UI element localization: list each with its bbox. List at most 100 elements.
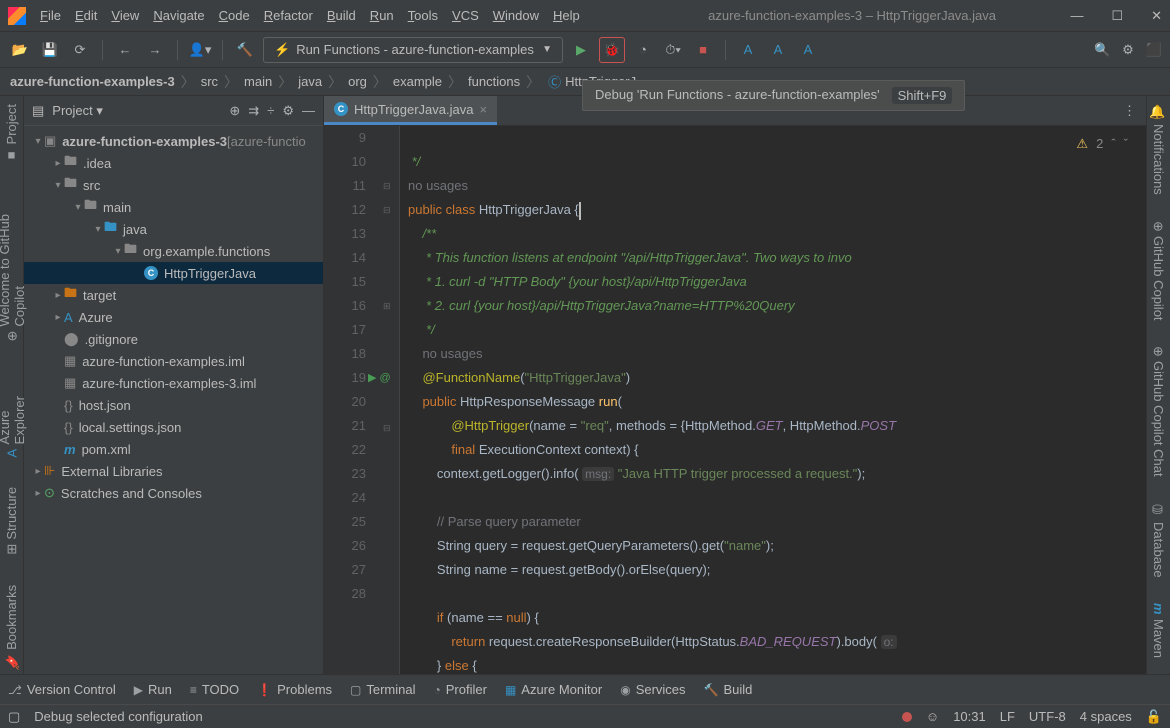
status-time[interactable]: 10:31 [953, 709, 986, 724]
settings-button[interactable]: ⚙ [1122, 42, 1134, 58]
editor-body[interactable]: 910111213141516171819202122232425262728 … [324, 126, 1146, 674]
project-tree[interactable]: ▾▣azure-function-examples-3 [azure-funct… [24, 126, 323, 674]
coverage-button[interactable]: ◔ [631, 38, 655, 62]
stripe-maven[interactable]: mMaven [1151, 599, 1166, 662]
maximize-button[interactable]: ☐ [1111, 8, 1123, 24]
stripe-copilot-chat[interactable]: ⊕GitHub Copilot Chat [1151, 342, 1166, 481]
menu-code[interactable]: Code [219, 8, 250, 23]
menu-file[interactable]: File [40, 8, 61, 23]
stripe-notifications[interactable]: 🔔Notifications [1151, 100, 1166, 199]
tab-run[interactable]: ▶Run [134, 682, 172, 697]
tree-idea[interactable]: ▸🖿.idea [24, 152, 323, 174]
tab-terminal[interactable]: ▢Terminal [350, 682, 415, 697]
project-view-dropdown[interactable]: Project ▾ [52, 103, 221, 119]
save-all-button[interactable]: 💾 [38, 38, 62, 62]
build-button[interactable]: 🔨 [233, 38, 257, 62]
azure-sign-icon[interactable]: A [796, 38, 820, 62]
code-area[interactable]: */ no usages public class HttpTriggerJav… [400, 126, 897, 674]
bc-java[interactable]: java [298, 74, 322, 89]
minimize-button[interactable]: — [1070, 8, 1083, 24]
bc-functions[interactable]: functions [468, 74, 520, 89]
process-indicator[interactable] [902, 712, 912, 722]
status-encoding[interactable]: UTF-8 [1029, 709, 1066, 724]
profiler-button[interactable]: ⏱▾ [661, 38, 685, 62]
close-button[interactable]: ✕ [1151, 8, 1162, 24]
ide-icon[interactable]: ⬛ [1146, 42, 1162, 58]
tree-external[interactable]: ▸⊪External Libraries [24, 460, 323, 482]
bc-main[interactable]: main [244, 74, 272, 89]
tree-package[interactable]: ▾🖿org.example.functions [24, 240, 323, 262]
stop-button[interactable]: ■ [691, 38, 715, 62]
open-button[interactable]: 📂 [8, 38, 32, 62]
run-gutter-icon[interactable]: ▶ @ [368, 366, 391, 390]
prev-problem[interactable]: ˆ [1111, 132, 1115, 156]
tab-todo[interactable]: ≡TODO [190, 682, 239, 697]
bc-example[interactable]: example [393, 74, 442, 89]
expand-all-icon[interactable]: ⇉ [248, 103, 259, 119]
menu-view[interactable]: View [111, 8, 139, 23]
menu-build[interactable]: Build [327, 8, 356, 23]
stripe-bookmarks[interactable]: 🔖Bookmarks [4, 581, 19, 674]
inspection-widget[interactable]: ⚠2 ˆ ˇ [1076, 132, 1128, 156]
collapse-icon[interactable]: ÷ [267, 103, 274, 118]
menu-help[interactable]: Help [553, 8, 580, 23]
menu-run[interactable]: Run [370, 8, 394, 23]
status-le[interactable]: LF [1000, 709, 1015, 724]
stripe-structure[interactable]: ⊞Structure [4, 483, 19, 559]
azure-explorer-icon[interactable]: A [766, 38, 790, 62]
tree-main[interactable]: ▾🖿main [24, 196, 323, 218]
tree-gitignore[interactable]: ⬤.gitignore [24, 328, 323, 350]
next-problem[interactable]: ˇ [1124, 132, 1128, 156]
hide-icon[interactable]: — [302, 103, 315, 118]
menu-tools[interactable]: Tools [408, 8, 438, 23]
tree-local[interactable]: {}local.settings.json [24, 416, 323, 438]
user-button[interactable]: 👤▾ [188, 38, 212, 62]
lock-icon[interactable]: 🔓 [1146, 709, 1162, 725]
stripe-copilot-welcome[interactable]: ⊕Welcome to GitHub Copilot [0, 189, 27, 346]
menu-refactor[interactable]: Refactor [264, 8, 313, 23]
tab-build[interactable]: 🔨Build [704, 682, 753, 697]
run-button[interactable]: ▶ [569, 38, 593, 62]
back-button[interactable]: ← [113, 38, 137, 62]
tree-iml2[interactable]: ▦azure-function-examples-3.iml [24, 372, 323, 394]
status-indent[interactable]: 4 spaces [1080, 709, 1132, 724]
bc-src[interactable]: src [201, 74, 218, 89]
reload-button[interactable]: ⟳ [68, 38, 92, 62]
bc-org[interactable]: org [348, 74, 367, 89]
tree-azure[interactable]: ▸AAzure [24, 306, 323, 328]
menu-navigate[interactable]: Navigate [153, 8, 204, 23]
editor-tab[interactable]: C HttpTriggerJava.java × [324, 96, 497, 125]
stripe-azure-explorer[interactable]: AAzure Explorer [0, 368, 27, 461]
stripe-copilot[interactable]: ⊕GitHub Copilot [1151, 217, 1166, 324]
stripe-project[interactable]: ■Project [4, 100, 19, 167]
locate-icon[interactable]: ⊕ [229, 103, 240, 119]
forward-button[interactable]: → [143, 38, 167, 62]
tab-version-control[interactable]: ⎇Version Control [8, 682, 116, 697]
tab-problems[interactable]: ❗Problems [257, 682, 332, 697]
tree-iml1[interactable]: ▦azure-function-examples.iml [24, 350, 323, 372]
tree-src[interactable]: ▾🖿src [24, 174, 323, 196]
quick-panel-icon[interactable]: ▢ [8, 709, 20, 725]
tree-target[interactable]: ▸🖿target [24, 284, 323, 306]
tab-services[interactable]: ◉Services [620, 682, 685, 697]
debug-button[interactable]: 🐞 [599, 37, 625, 63]
menu-window[interactable]: Window [493, 8, 539, 23]
menu-edit[interactable]: Edit [75, 8, 97, 23]
gutter-icons[interactable]: ⊟ ⊟ ⊞ ▶ @ ⊟ [380, 126, 400, 674]
tree-root[interactable]: ▾▣azure-function-examples-3 [azure-funct… [24, 130, 323, 152]
tab-options[interactable]: ⋮ [1113, 96, 1146, 125]
bc-root[interactable]: azure-function-examples-3 [10, 74, 175, 89]
run-configuration-dropdown[interactable]: ⚡ Run Functions - azure-function-example… [263, 37, 563, 63]
tab-azure-monitor[interactable]: ▦Azure Monitor [505, 682, 602, 697]
menu-vcs[interactable]: VCS [452, 8, 479, 23]
tab-profiler[interactable]: ◔Profiler [434, 682, 487, 697]
stripe-database[interactable]: ⛁Database [1151, 499, 1166, 582]
tree-class[interactable]: CHttpTriggerJava [24, 262, 323, 284]
tree-pom[interactable]: mpom.xml [24, 438, 323, 460]
copilot-status-icon[interactable]: ☺ [926, 709, 939, 724]
azure-toolkit-icon[interactable]: A [736, 38, 760, 62]
tree-host[interactable]: {}host.json [24, 394, 323, 416]
gear-icon[interactable]: ⚙ [282, 103, 294, 119]
close-tab-icon[interactable]: × [479, 102, 487, 117]
tree-java[interactable]: ▾🖿java [24, 218, 323, 240]
